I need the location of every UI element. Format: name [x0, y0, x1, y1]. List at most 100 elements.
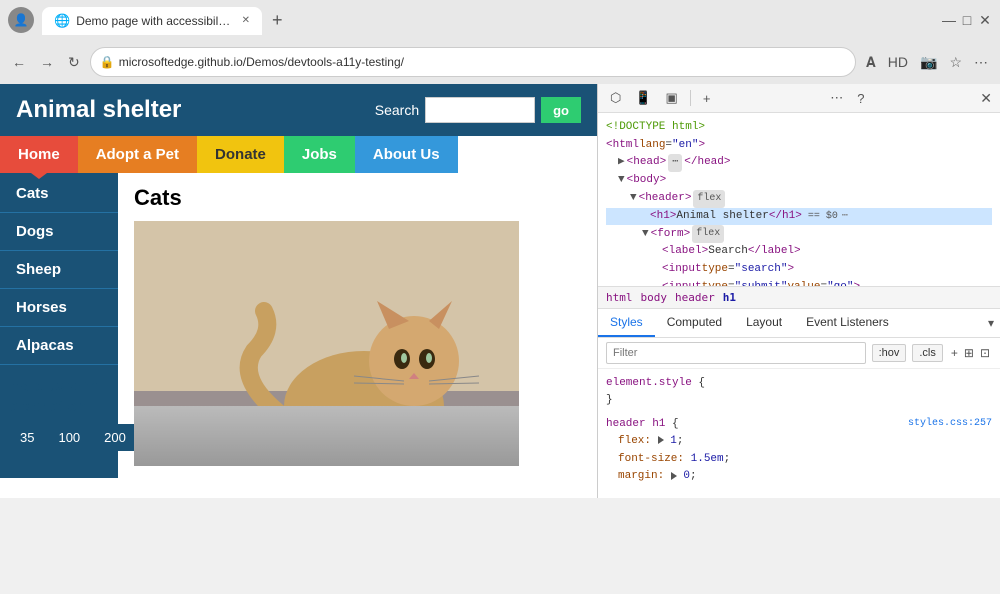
margin-prop: margin: 0;: [606, 468, 992, 486]
hover-filter-button[interactable]: :hov: [872, 344, 907, 362]
tree-body[interactable]: ▼ <body>: [606, 172, 992, 190]
nav-jobs[interactable]: Jobs: [284, 136, 355, 173]
shelter-header: Animal shelter Search go: [0, 84, 597, 136]
filter-row: :hov .cls + ⊞ ⊡: [598, 338, 1000, 369]
help-button[interactable]: ?: [853, 89, 868, 108]
breadcrumb: html body header h1: [598, 286, 1000, 309]
address-bar: ← → ↻ 🔒 𝐀 HD 📷 ☆ ⋯: [0, 40, 1000, 84]
styles-link[interactable]: styles.css:257: [908, 416, 992, 432]
restore-button[interactable]: □: [960, 13, 974, 27]
nav-about[interactable]: About Us: [355, 136, 458, 173]
close-button[interactable]: ✕: [978, 13, 992, 27]
tree-head[interactable]: ▶ <head> ⋯ </head>: [606, 154, 992, 172]
screenshot-button[interactable]: 📷: [916, 50, 941, 75]
read-aloud-button[interactable]: 𝐀: [862, 50, 880, 75]
sidebar-item-sheep[interactable]: Sheep: [0, 251, 118, 289]
donation-buttons: 35 100 200: [10, 424, 108, 451]
address-wrapper: 🔒: [90, 47, 856, 77]
html-tree: <!DOCTYPE html> <html lang="en"> ▶ <head…: [598, 113, 1000, 286]
cat-svg: [134, 221, 519, 466]
sidebar-item-cats[interactable]: Cats: [0, 175, 118, 213]
donation-35[interactable]: 35: [10, 424, 44, 451]
sidebar-item-alpacas[interactable]: Alpacas: [0, 327, 118, 365]
flex-expand[interactable]: [658, 436, 664, 444]
main-layout: Animal shelter Search go Home Adopt a Pe…: [0, 84, 1000, 498]
nav-bar: Home Adopt a Pet Donate Jobs About Us: [0, 136, 597, 173]
tab-styles[interactable]: Styles: [598, 309, 655, 337]
active-tab[interactable]: 🌐 Demo page with accessibility issu ✕: [42, 7, 262, 35]
inspect-button[interactable]: ⬡: [606, 88, 625, 108]
element-style-selector: element.style {: [606, 375, 992, 393]
search-button[interactable]: go: [541, 97, 581, 123]
styles-panel: :hov .cls + ⊞ ⊡ element.style { }: [598, 338, 1000, 499]
nav-donate[interactable]: Donate: [197, 136, 284, 173]
shelter-title: Animal shelter: [16, 96, 181, 124]
main-content: Cats: [118, 173, 597, 478]
cat-image: [134, 221, 519, 466]
separator: [690, 90, 691, 106]
devtools-toolbar: ⬡ 📱 ▣ + ⋯ ? ✕: [598, 84, 1000, 113]
sidebar-toggle[interactable]: ▣: [662, 88, 682, 108]
new-tab-button[interactable]: +: [264, 6, 291, 35]
devtools-close-button[interactable]: ✕: [980, 90, 992, 107]
donation-section: Help us with a donation 35 100 200: [0, 365, 118, 463]
doctype-text: <!DOCTYPE html>: [606, 119, 705, 137]
tab-computed[interactable]: Computed: [655, 309, 734, 337]
tab-title: Demo page with accessibility issu: [76, 14, 231, 28]
browser-chrome: 👤 🌐 Demo page with accessibility issu ✕ …: [0, 0, 1000, 84]
search-form: Search go: [375, 97, 581, 123]
nav-adopt[interactable]: Adopt a Pet: [78, 136, 197, 173]
add-panel-button[interactable]: +: [699, 89, 715, 108]
tab-event-listeners[interactable]: Event Listeners: [794, 309, 901, 337]
tree-label[interactable]: <label>Search</label>: [606, 243, 992, 261]
address-input[interactable]: [90, 47, 856, 77]
favorites-button[interactable]: ☆: [945, 50, 966, 75]
more-style-button[interactable]: ⊡: [978, 344, 992, 362]
website-content: Animal shelter Search go Home Adopt a Pe…: [0, 84, 597, 498]
filter-input[interactable]: [606, 342, 866, 364]
margin-expand[interactable]: [671, 472, 677, 480]
hd-button[interactable]: HD: [884, 50, 912, 74]
breadcrumb-h1[interactable]: h1: [723, 291, 736, 304]
profile-icon[interactable]: 👤: [8, 7, 34, 33]
search-label: Search: [375, 102, 419, 118]
filter-icons: + ⊞ ⊡: [949, 344, 992, 362]
tree-input-submit[interactable]: <input type="submit" value="go">: [606, 279, 992, 286]
refresh-button[interactable]: ↻: [64, 50, 84, 75]
tree-form[interactable]: ▼ <form> flex: [606, 225, 992, 243]
styles-content: element.style { } header h1 { styles.css…: [598, 369, 1000, 499]
donation-100[interactable]: 100: [48, 424, 90, 451]
nav-home[interactable]: Home: [0, 136, 78, 173]
tab-layout[interactable]: Layout: [734, 309, 794, 337]
search-input[interactable]: [425, 97, 535, 123]
header-h1-selector: header h1 { styles.css:257: [606, 416, 992, 434]
tab-favicon: 🌐: [54, 13, 70, 29]
device-button[interactable]: 📱: [631, 88, 655, 108]
more-tabs-button[interactable]: ▾: [982, 309, 1000, 337]
toolbar-icons: 𝐀 HD 📷 ☆ ⋯: [862, 50, 992, 75]
tab-close-button[interactable]: ✕: [242, 15, 250, 26]
breadcrumb-html[interactable]: html: [606, 291, 633, 304]
title-bar: 👤 🌐 Demo page with accessibility issu ✕ …: [0, 0, 1000, 40]
forward-button[interactable]: →: [36, 50, 58, 74]
tree-html[interactable]: <html lang="en">: [606, 137, 992, 155]
cls-filter-button[interactable]: .cls: [912, 344, 943, 362]
back-button[interactable]: ←: [8, 50, 30, 74]
sidebar-item-dogs[interactable]: Dogs: [0, 213, 118, 251]
tree-h1[interactable]: <h1>Animal shelter</h1> == $0 ⋯: [606, 208, 992, 226]
tree-input-search[interactable]: <input type="search">: [606, 261, 992, 279]
breadcrumb-header[interactable]: header: [675, 291, 715, 304]
element-style-close: }: [606, 392, 992, 410]
page-title: Cats: [134, 185, 581, 211]
tree-header[interactable]: ▼ <header> flex: [606, 190, 992, 208]
minimize-button[interactable]: —: [942, 13, 956, 27]
more-button[interactable]: ⋯: [970, 50, 992, 75]
more-panels-button[interactable]: ⋯: [826, 88, 847, 108]
font-size-prop: font-size: 1.5em;: [606, 451, 992, 469]
add-style-rule-button[interactable]: +: [949, 344, 960, 362]
sidebar-item-horses[interactable]: Horses: [0, 289, 118, 327]
new-style-button[interactable]: ⊞: [962, 344, 976, 362]
breadcrumb-body[interactable]: body: [641, 291, 668, 304]
flex-prop: flex: 1;: [606, 433, 992, 451]
sidebar: Cats Dogs Sheep Horses Alpacas Help us w…: [0, 173, 118, 478]
